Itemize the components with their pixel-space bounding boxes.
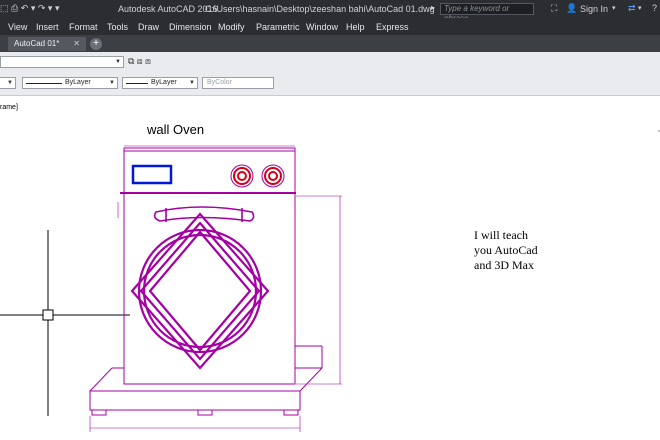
dropdown-icon[interactable]: ▾ [638, 4, 642, 12]
drawing-title: wall Oven [147, 122, 205, 137]
chevron-down-icon: ▼ [109, 80, 115, 86]
quick-access-toolbar[interactable]: ⬚ ⎙ ↶ ▾ ↷ ▾ ▾ [0, 3, 60, 14]
tab-label: AutoCad 01* [14, 39, 60, 48]
annotation-line: and 3D Max [474, 258, 534, 272]
app-title: Autodesk AutoCAD 2016 [118, 4, 218, 14]
exchange-icon[interactable]: ⇄ [628, 3, 636, 14]
menu-express[interactable]: Express [376, 22, 409, 32]
chevron-down-icon: ▼ [7, 80, 13, 86]
annotation-line: you AutoCad [474, 243, 538, 257]
new-tab-button[interactable]: + [90, 38, 102, 50]
user-icon[interactable]: 👤 [566, 3, 577, 14]
search-expand-icon[interactable]: ▸ [431, 3, 435, 12]
binoculars-icon[interactable]: ⛶ [551, 3, 557, 14]
linetype-sample [26, 83, 62, 84]
lineweight-sample [126, 83, 148, 84]
layer-tools-icon[interactable]: ⧉ ⧈ ⧇ [128, 56, 151, 67]
menu-format[interactable]: Format [69, 22, 98, 32]
annotation-text[interactable]: I will teach you AutoCad and 3D Max [474, 228, 562, 273]
print-icon[interactable]: ⎙ [11, 3, 18, 13]
file-tab-bar: AutoCad 01* ✕ + [0, 35, 660, 52]
properties-toolbar: ▼ ⧉ ⧈ ⧇ ▼ ByLayer ▼ ByLayer ▼ ByColor [0, 52, 660, 96]
viewport-label[interactable]: rame] [0, 104, 18, 111]
search-input[interactable]: Type a keyword or phrase [440, 3, 534, 23]
file-path: C:\Users\hasnain\Desktop\zeeshan bahi\Au… [205, 4, 435, 14]
undo-icon[interactable]: ↶ [21, 3, 29, 13]
menu-help[interactable]: Help [346, 22, 365, 32]
chevron-down-icon: ▼ [115, 59, 121, 65]
title-bar: ⬚ ⎙ ↶ ▾ ↷ ▾ ▾ Autodesk AutoCAD 2016 C:\U… [0, 0, 660, 23]
menu-tools[interactable]: Tools [107, 22, 128, 32]
redo-icon[interactable]: ↷ [38, 3, 46, 13]
menu-window[interactable]: Window [306, 22, 338, 32]
chevron-down-icon: ▼ [189, 80, 195, 86]
menu-draw[interactable]: Draw [138, 22, 159, 32]
menu-insert[interactable]: Insert [36, 22, 59, 32]
tab-autocad-01[interactable]: AutoCad 01* ✕ [8, 37, 86, 51]
plotstyle-dropdown[interactable]: ByColor [202, 77, 274, 89]
annotation-line: I will teach [474, 228, 528, 242]
sign-in-button[interactable]: Sign In [580, 4, 608, 14]
dropdown-icon[interactable]: ▾ [31, 3, 36, 13]
lineweight-dropdown[interactable]: ByLayer ▼ [122, 77, 198, 89]
linetype-dropdown[interactable]: ByLayer ▼ [22, 77, 118, 89]
customize-icon[interactable]: ▾ [55, 3, 60, 13]
menu-dimension[interactable]: Dimension [169, 22, 212, 32]
close-icon[interactable]: ✕ [73, 37, 80, 51]
menu-view[interactable]: View [8, 22, 27, 32]
save-icon[interactable]: ⬚ [0, 3, 9, 13]
menu-parametric[interactable]: Parametric [256, 22, 300, 32]
help-icon[interactable]: ? [652, 3, 657, 13]
dropdown-icon[interactable]: ▾ [48, 3, 53, 13]
menu-modify[interactable]: Modify [218, 22, 245, 32]
color-dropdown[interactable]: ▼ [0, 77, 16, 89]
menu-bar: View Insert Format Tools Draw Dimension … [0, 18, 660, 35]
dropdown-icon[interactable]: ▾ [612, 4, 616, 12]
layer-dropdown[interactable]: ▼ [0, 56, 124, 68]
